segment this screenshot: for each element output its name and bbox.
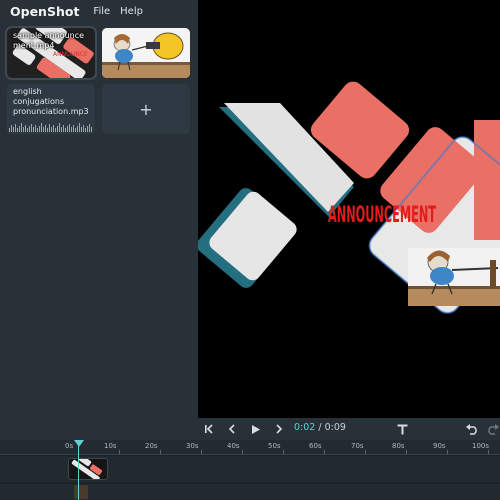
app-title: OpenShot (10, 3, 80, 19)
audio-clip-marker[interactable] (74, 485, 88, 499)
current-time: 0:02 (294, 422, 316, 433)
announcement-text: ANNOUNCEMENT (328, 203, 436, 228)
skip-start-icon[interactable] (202, 421, 216, 437)
cartoon-thumbnail (102, 28, 190, 78)
undo-icon[interactable] (464, 421, 480, 437)
video-preview[interactable]: ANNOUNCEMENT (198, 0, 500, 418)
file-tile-image[interactable] (102, 28, 190, 78)
redo-icon[interactable] (486, 421, 500, 437)
menu-file[interactable]: File (93, 6, 110, 17)
ruler-label: 30s (186, 442, 199, 450)
ruler-tick (201, 450, 202, 454)
file-tile-video[interactable]: ANNOUNCE sample announcement.mp4 (5, 26, 97, 80)
ruler-tick (324, 450, 325, 454)
timeline[interactable]: 0s 10s 20s 30s 40s 50s 60s 70s 80s 90s 1… (0, 440, 500, 500)
ruler-tick (160, 450, 161, 454)
menu-help[interactable]: Help (120, 6, 143, 17)
playhead[interactable] (78, 446, 79, 500)
ruler-label: 70s (351, 442, 364, 450)
chevron-right-icon[interactable] (273, 421, 285, 437)
ruler-label: 10s (104, 442, 117, 450)
video-clip[interactable] (68, 458, 108, 480)
play-icon[interactable] (249, 421, 263, 437)
thumbnail-text: ANNOUNCE (53, 51, 88, 58)
playhead-handle[interactable] (74, 440, 84, 447)
ruler-tick (242, 450, 243, 454)
ruler-label: 40s (227, 442, 240, 450)
ruler-tick (283, 450, 284, 454)
timecode: 0:02 / 0:09 (294, 422, 346, 433)
project-files-panel: ANNOUNCE sample announcement.mp4 english… (0, 22, 198, 440)
menu-bar: OpenShot File Help (0, 0, 198, 22)
chevron-left-icon[interactable] (226, 421, 238, 437)
transport-bar: 0:02 / 0:09 (198, 418, 500, 440)
ruler-tick (365, 450, 366, 454)
ruler-tick (488, 450, 489, 454)
ruler-label: 20s (145, 442, 158, 450)
ruler-label: 0s (65, 442, 74, 450)
ruler-tick (119, 450, 120, 454)
add-file-button[interactable]: + (102, 84, 190, 134)
ruler-tick (447, 450, 448, 454)
ruler-tick (406, 450, 407, 454)
ruler-label: 80s (392, 442, 405, 450)
plus-icon: + (139, 99, 153, 119)
ruler-label: 60s (309, 442, 322, 450)
duration: 0:09 (324, 422, 346, 433)
time-separator: / (315, 422, 325, 433)
clip-thumbnail (69, 459, 107, 479)
ruler-label: 50s (268, 442, 281, 450)
ruler-label: 90s (433, 442, 446, 450)
file-tile-audio[interactable]: english conjugations pronunciation.mp3 (7, 84, 95, 134)
waveform-icon (9, 123, 92, 132)
file-label: sample announcement.mp4 (13, 31, 85, 50)
cartoon-overlay (408, 248, 500, 306)
text-T-icon[interactable] (395, 421, 409, 437)
ruler-label: 100s (472, 442, 490, 450)
preview-frame: ANNOUNCEMENT (198, 81, 500, 314)
